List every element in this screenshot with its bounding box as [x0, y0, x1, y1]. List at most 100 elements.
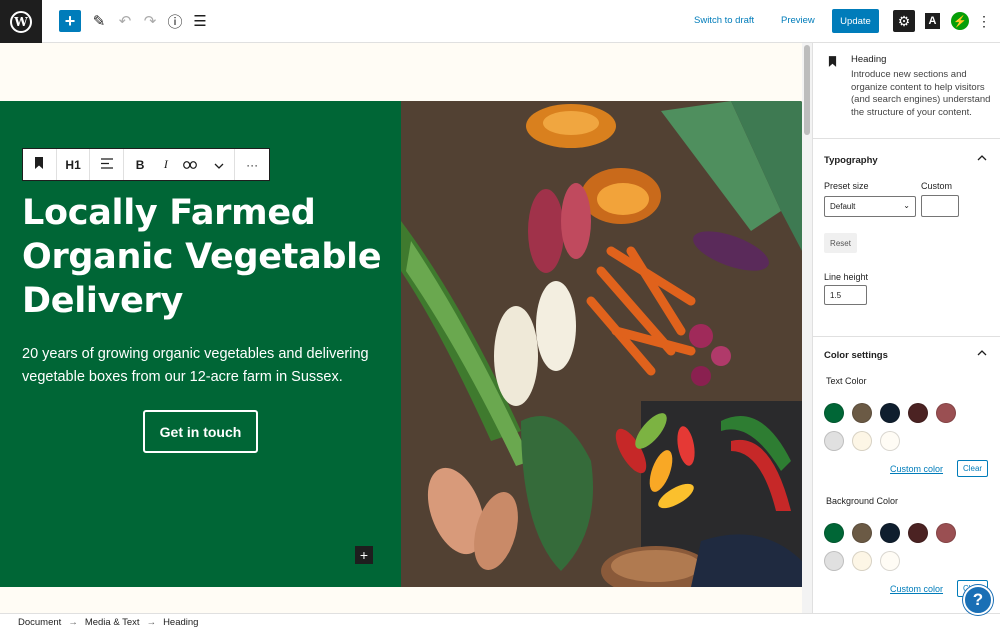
breadcrumb-document[interactable]: Document — [18, 617, 61, 628]
details-button[interactable]: ⓘ — [163, 9, 187, 33]
scrollbar-thumb[interactable] — [804, 45, 810, 135]
background-color-swatch[interactable] — [852, 551, 872, 571]
preset-size-label: Preset size — [824, 181, 869, 191]
tools-button[interactable]: ✎ — [87, 9, 111, 33]
arrow-right-icon: → — [68, 617, 78, 628]
vegetables-image[interactable] — [401, 101, 802, 587]
chevron-down-icon: ⌄ — [903, 201, 910, 210]
add-block-button[interactable]: + — [59, 10, 81, 32]
bold-button[interactable]: B — [124, 149, 156, 180]
list-view-icon: ☰ — [193, 13, 207, 30]
block-options-button[interactable]: ··· — [235, 149, 269, 180]
background-color-swatch[interactable] — [880, 551, 900, 571]
bookmark-icon — [34, 157, 44, 172]
block-type-button[interactable] — [23, 149, 57, 180]
more-rich-text-button[interactable] — [204, 149, 236, 180]
text-color-swatch[interactable] — [880, 431, 900, 451]
update-button[interactable]: Update — [832, 9, 879, 33]
link-icon — [182, 158, 197, 172]
line-height-value: 1.5 — [830, 290, 842, 300]
line-height-input[interactable]: 1.5 — [824, 285, 867, 305]
canvas-scrollbar[interactable] — [802, 43, 812, 613]
text-color-clear-button[interactable]: Clear — [957, 460, 988, 477]
typography-panel-toggle[interactable]: Typography — [824, 155, 878, 166]
background-color-swatch[interactable] — [880, 523, 900, 543]
lightning-icon: ⚡ — [953, 15, 967, 28]
text-color-swatch[interactable] — [936, 403, 956, 423]
color-settings-toggle[interactable]: Color settings — [824, 350, 888, 361]
media-text-block[interactable]: H1 B I ··· Locally Farmed Organic Vegeta… — [0, 101, 802, 587]
text-custom-color-link[interactable]: Custom color — [890, 464, 943, 474]
block-breadcrumb: Document → Media & Text → Heading — [0, 613, 1000, 631]
settings-sidebar: Heading Introduce new sections and organ… — [812, 43, 1000, 613]
chevron-down-icon — [214, 158, 224, 172]
block-card: Heading Introduce new sections and organ… — [813, 43, 1000, 139]
preset-size-value: Default — [830, 202, 856, 211]
breadcrumb-media-text[interactable]: Media & Text — [85, 617, 140, 628]
background-color-swatch[interactable] — [824, 523, 844, 543]
background-custom-color-link[interactable]: Custom color — [890, 584, 943, 594]
text-color-swatch[interactable] — [852, 431, 872, 451]
background-color-swatch[interactable] — [936, 523, 956, 543]
settings-button[interactable]: ⚙ — [893, 10, 915, 32]
outline-button[interactable]: ☰ — [188, 9, 212, 33]
typography-panel: Typography Preset size Custom Default ⌄ … — [813, 139, 1000, 337]
heading-level-button[interactable]: H1 — [57, 149, 91, 180]
bookmark-icon — [828, 56, 837, 70]
jetpack-button[interactable]: ⚡ — [951, 12, 969, 30]
amp-button[interactable]: A — [925, 13, 940, 29]
chevron-up-icon[interactable] — [977, 153, 987, 163]
vegetables-photo-illustration — [401, 101, 802, 587]
vertical-ellipsis-icon: ⋮ — [977, 12, 991, 29]
hero-paragraph[interactable]: 20 years of growing organic vegetables a… — [22, 343, 392, 389]
pencil-icon: ✎ — [92, 13, 106, 30]
wordpress-icon: W — [10, 10, 32, 33]
block-title: Heading — [851, 54, 887, 65]
text-color-swatch[interactable] — [908, 403, 928, 423]
align-left-icon — [100, 157, 113, 172]
breadcrumb-heading: Heading — [163, 617, 199, 628]
text-color-swatch[interactable] — [880, 403, 900, 423]
get-in-touch-button[interactable]: Get in touch — [143, 410, 258, 453]
align-button[interactable] — [90, 149, 125, 180]
reset-button[interactable]: Reset — [824, 233, 857, 253]
color-settings-panel: Color settings Text Color Custom color C… — [813, 337, 1000, 613]
line-height-label: Line height — [824, 272, 869, 282]
help-button[interactable]: ? — [963, 585, 993, 615]
chevron-up-icon[interactable] — [977, 348, 987, 358]
undo-button[interactable]: ↶ — [113, 9, 137, 33]
editor-header: W + ✎ ↶ ↷ ⓘ ☰ Switch to draft Preview Up… — [0, 0, 1000, 43]
block-inserter-button[interactable]: + — [355, 546, 373, 564]
undo-icon: ↶ — [118, 13, 132, 30]
custom-size-input[interactable] — [921, 195, 959, 217]
text-color-swatch[interactable] — [824, 403, 844, 423]
background-color-swatch[interactable] — [824, 551, 844, 571]
media-text-content: H1 B I ··· Locally Farmed Organic Vegeta… — [0, 101, 401, 587]
switch-to-draft-button[interactable]: Switch to draft — [694, 15, 754, 26]
gear-icon: ⚙ — [897, 12, 911, 29]
hero-heading[interactable]: Locally Farmed Organic Vegetable Deliver… — [22, 191, 392, 323]
preview-button[interactable]: Preview — [781, 15, 815, 26]
arrow-right-icon: → — [146, 617, 157, 628]
text-color-swatch[interactable] — [824, 431, 844, 451]
more-options-button[interactable]: ⋮ — [977, 12, 991, 30]
editor-canvas: H1 B I ··· Locally Farmed Organic Vegeta… — [0, 43, 802, 613]
custom-size-label: Custom — [921, 181, 953, 191]
wordpress-logo[interactable]: W — [0, 0, 42, 43]
redo-button[interactable]: ↷ — [138, 9, 162, 33]
horizontal-ellipsis-icon: ··· — [246, 157, 259, 172]
background-color-swatch[interactable] — [908, 523, 928, 543]
text-color-swatch[interactable] — [852, 403, 872, 423]
background-color-label: Background Color — [826, 496, 899, 506]
question-mark-icon: ? — [972, 590, 984, 609]
preset-size-select[interactable]: Default ⌄ — [824, 196, 916, 217]
background-color-swatch[interactable] — [852, 523, 872, 543]
plus-icon: + — [64, 10, 76, 31]
plus-icon: + — [359, 547, 369, 563]
link-button[interactable] — [176, 149, 204, 180]
block-toolbar: H1 B I ··· — [22, 148, 270, 181]
italic-button[interactable]: I — [156, 149, 176, 180]
text-color-label: Text Color — [826, 376, 867, 386]
redo-icon: ↷ — [143, 13, 157, 30]
info-icon: ⓘ — [167, 13, 183, 31]
